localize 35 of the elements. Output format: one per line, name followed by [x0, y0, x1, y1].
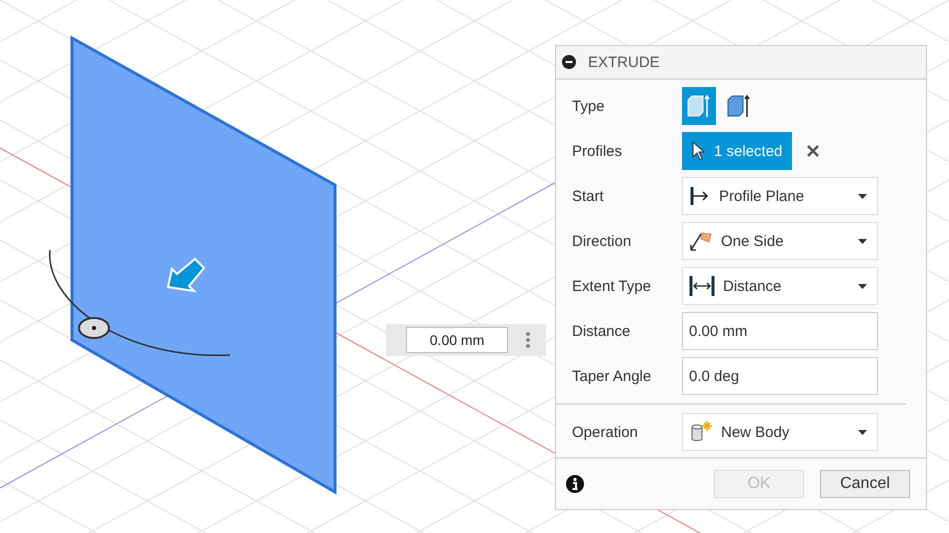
thin-extrude-icon	[726, 93, 752, 119]
collapse-icon[interactable]	[562, 55, 576, 69]
field-label: Profiles	[572, 142, 624, 160]
caret-icon	[858, 430, 867, 434]
dropdown[interactable]: New Body	[682, 413, 878, 451]
dropdown[interactable]: Distance	[682, 267, 878, 305]
field-label: Extent Type	[572, 278, 652, 294]
input-field[interactable]: 0.0 deg	[682, 357, 878, 395]
start-plane-icon	[689, 186, 711, 206]
distance-input[interactable]: 0.00 mm	[406, 327, 508, 353]
dropdown[interactable]: Profile Plane	[682, 177, 878, 215]
field-label: Taper Angle	[572, 368, 652, 384]
close-icon[interactable]	[806, 144, 820, 158]
caret-icon	[858, 284, 867, 288]
dialog-title: EXTRUDE	[588, 54, 660, 70]
solid-extrude-icon	[686, 93, 712, 119]
field-label: Direction	[572, 232, 632, 250]
cursor-icon	[692, 141, 706, 161]
field-label: Type	[572, 98, 606, 114]
new-body-icon	[689, 420, 713, 444]
field-label: Start	[572, 188, 605, 204]
input-field[interactable]: 0.00 mm	[682, 312, 878, 350]
rotation-manipulator-drawing[interactable]	[49, 250, 230, 356]
dialog-button[interactable]: Cancel	[820, 470, 910, 498]
field-label: Distance	[572, 322, 632, 340]
dropdown[interactable]: One Side	[682, 222, 878, 260]
field-label: Operation	[572, 424, 639, 440]
more-options-icon[interactable]	[526, 332, 530, 348]
caret-icon	[858, 194, 867, 198]
caret-icon	[858, 238, 867, 244]
extrude-arrow-icon[interactable]	[166, 258, 206, 292]
sketch-plane[interactable]	[70, 35, 336, 495]
one-side-direction-icon	[689, 230, 713, 252]
distance-extent-icon	[689, 275, 715, 297]
info-icon[interactable]	[566, 475, 584, 493]
